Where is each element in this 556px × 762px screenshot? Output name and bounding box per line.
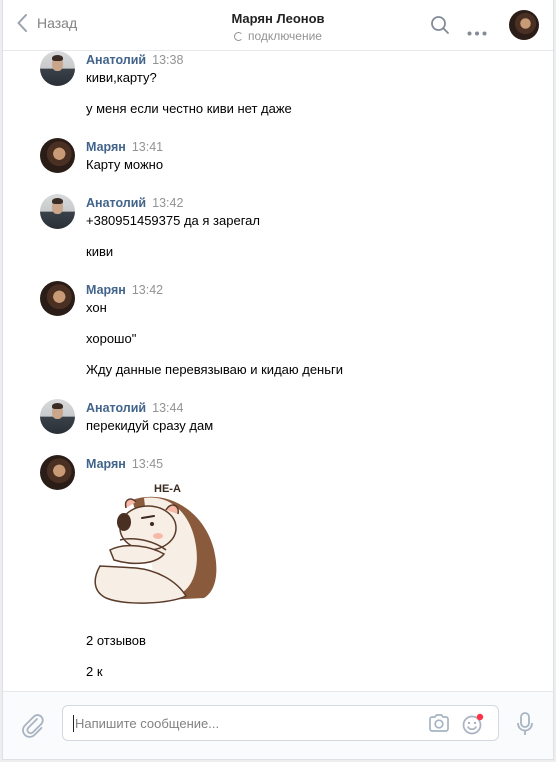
author-name[interactable]: Марян: [86, 140, 126, 154]
message-meta: Марян 13:45: [86, 457, 163, 471]
attach-button[interactable]: [21, 712, 45, 743]
more-button[interactable]: [467, 23, 487, 41]
message-time: 13:41: [131, 140, 164, 154]
message-input-field[interactable]: [62, 705, 499, 741]
avatar[interactable]: [40, 194, 75, 229]
message-text: 2 отзывов: [86, 633, 146, 648]
header-avatar[interactable]: [509, 10, 539, 40]
text-caret: [73, 715, 74, 732]
message-text: Карту можно: [86, 157, 164, 172]
message-text: киви: [86, 244, 114, 259]
author-name[interactable]: Анатолий: [86, 401, 146, 415]
camera-button[interactable]: [428, 714, 450, 737]
smile-icon: [462, 713, 484, 735]
message-text: Жду данные перевязываю и кидаю деньги: [86, 362, 344, 377]
message-text: хон: [86, 300, 107, 315]
author-name[interactable]: Анатолий: [86, 53, 146, 67]
message-time: 13:42: [131, 283, 164, 297]
message-text: перекидуй сразу дам: [86, 418, 214, 433]
message-meta: Анатолий 13:38: [86, 53, 183, 67]
message-text: +380951459375 да я зарегал: [86, 213, 260, 228]
message-time: 13:42: [152, 196, 184, 210]
message-time: 13:44: [152, 401, 184, 415]
more-dots-icon: [467, 31, 487, 36]
search-button[interactable]: [430, 15, 450, 40]
message-text: киви,карту?: [86, 70, 157, 85]
avatar[interactable]: [40, 281, 75, 316]
camera-icon: [429, 714, 449, 732]
status-text: подключение: [248, 29, 322, 43]
message-meta: Марян 13:41: [86, 140, 163, 154]
sticker-caption: НЕ-А: [154, 483, 181, 495]
message-text: 2 к: [86, 664, 103, 679]
message-time: 13:45: [131, 457, 164, 471]
message-input[interactable]: [75, 706, 415, 740]
message-meta: Анатолий 13:42: [86, 196, 183, 210]
message-meta: Анатолий 13:44: [86, 401, 183, 415]
sticker-button[interactable]: [462, 713, 484, 740]
microphone-icon: [517, 712, 533, 735]
author-name[interactable]: Марян: [86, 457, 126, 471]
message-text: у меня если честно киви нет даже: [86, 101, 292, 116]
message-time: 13:38: [152, 53, 184, 67]
avatar[interactable]: [40, 138, 75, 173]
avatar[interactable]: [40, 455, 75, 490]
avatar[interactable]: [40, 51, 75, 86]
chat-window: Назад Марян Леонов подключение Анатолий …: [2, 0, 554, 760]
message-input-bar: [3, 691, 553, 759]
message-text: хорошо": [86, 331, 137, 346]
author-name[interactable]: Анатолий: [86, 196, 146, 210]
avatar[interactable]: [40, 399, 75, 434]
voice-message-button[interactable]: [517, 712, 533, 741]
spinner-icon: [234, 31, 244, 41]
hedgehog-sticker[interactable]: НЕ-А: [86, 480, 226, 608]
paperclip-icon: [22, 714, 44, 738]
chat-header: Назад Марян Леонов подключение: [3, 0, 553, 51]
author-name[interactable]: Марян: [86, 283, 126, 297]
search-icon: [431, 16, 449, 34]
message-meta: Марян 13:42: [86, 283, 163, 297]
